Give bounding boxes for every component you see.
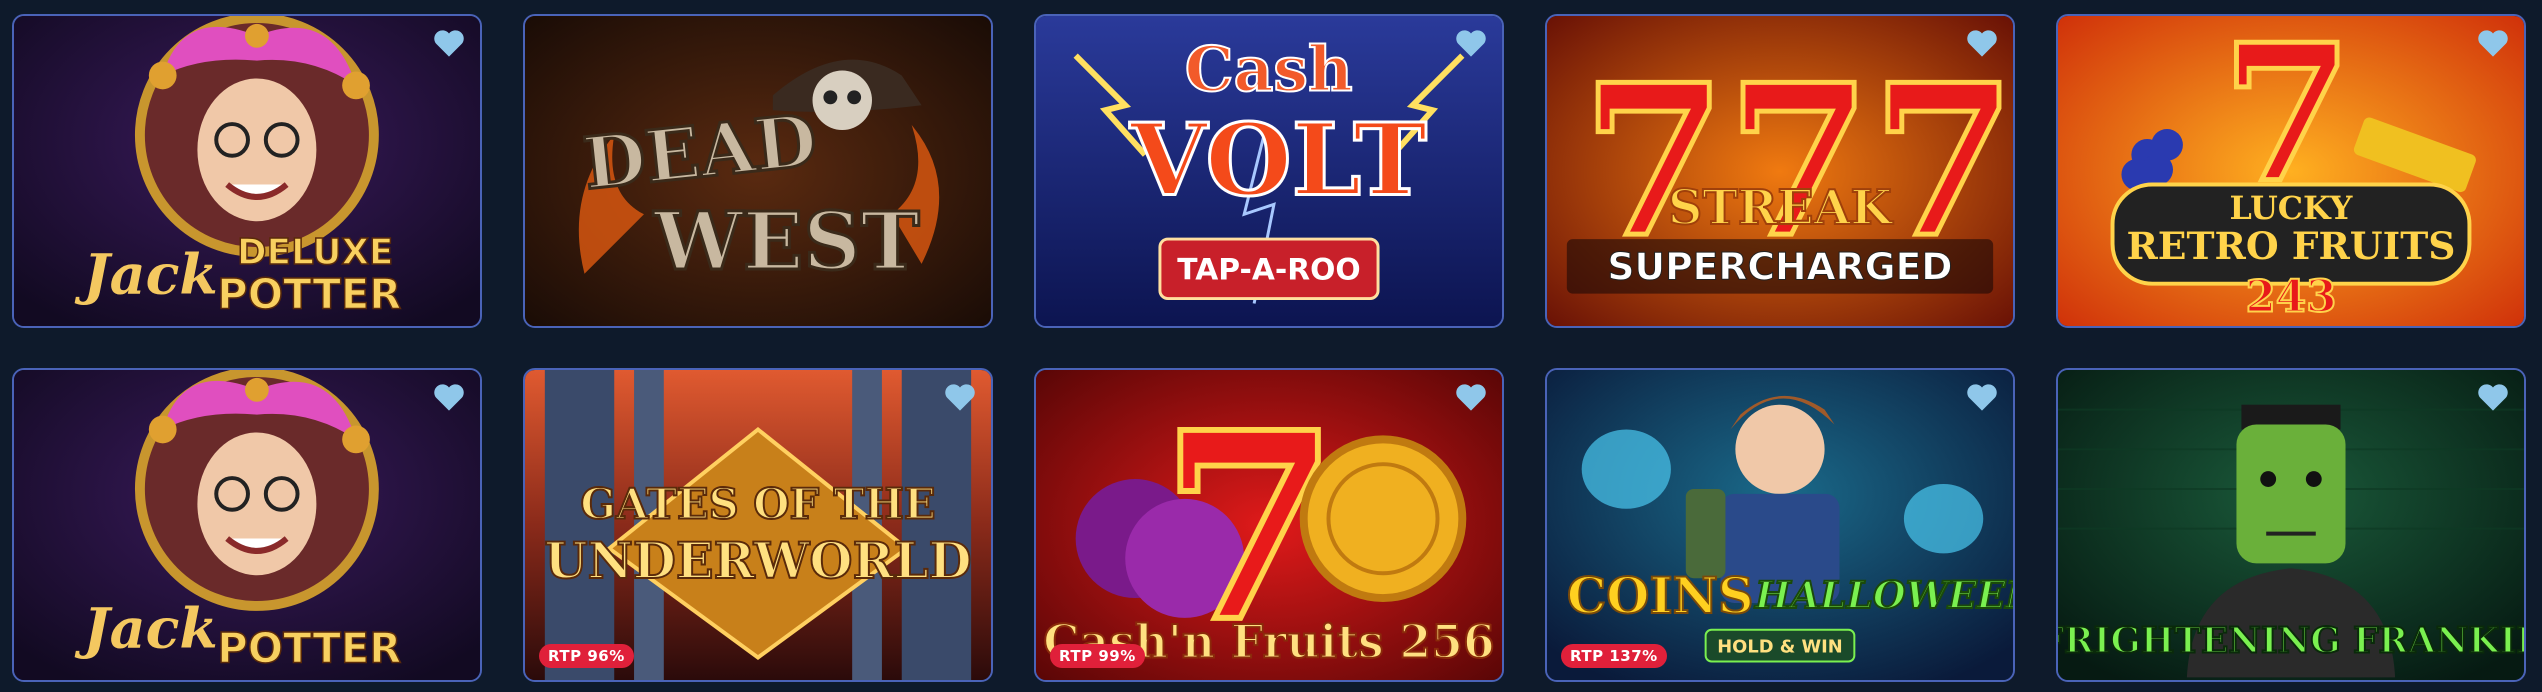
rtp-badge: RTP 137% [1561,644,1667,668]
logo-top: LUCKY [2230,190,2353,227]
game-thumbnail: GATES OF THE UNDERWORLD [525,370,991,680]
game-thumbnail: 7 Cash'n Fruits 256 [1036,370,1502,680]
logo-bottom: FRIGHTENING FRANKIE [2058,620,2524,662]
game-tile-gates-of-the-underworld[interactable]: GATES OF THE UNDERWORLD RTP 96% [523,368,993,682]
rtp-badge: RTP 96% [539,644,634,668]
favorite-heart-icon[interactable] [1965,28,1999,58]
game-tile-frightening-frankie[interactable]: FRIGHTENING FRANKIE [2056,368,2526,682]
game-tile-777-streak[interactable]: 777 STREAK SUPERCHARGED [1545,14,2015,328]
logo-bottom: SUPERCHARGED [1607,245,1952,289]
favorite-heart-icon[interactable] [1965,382,1999,412]
logo-bottom: TAP-A-ROO [1177,253,1360,288]
game-thumbnail: Jack DELUXE POTTER [14,16,480,326]
logo-bottom: UNDERWORLD [544,531,971,590]
favorite-heart-icon[interactable] [2476,28,2510,58]
favorite-heart-icon[interactable] [432,28,466,58]
logo-top: DELUXE [237,232,393,273]
game-thumbnail: 777 STREAK SUPERCHARGED [1547,16,2013,326]
favorite-heart-icon[interactable] [2476,382,2510,412]
logo-top: COINS [1567,566,1754,625]
game-thumbnail: 7 LUCKY RETRO FRUITS 243 [2058,16,2524,326]
game-tile-jack-potter[interactable]: Jack POTTER [12,368,482,682]
game-tile-cash-n-fruits-256[interactable]: 7 Cash'n Fruits 256 RTP 99% [1034,368,1504,682]
logo-bottom: 243 [2245,271,2336,322]
game-tile-dead-west[interactable]: DEAD WEST [523,14,993,328]
logo-bottom: POTTER [217,623,401,672]
logo-mid: RETRO FRUITS [2127,224,2456,268]
logo-script: Jack [74,597,217,662]
logo-bottom: HOLD & WIN [1717,637,1842,658]
game-grid: Jack DELUXE POTTER DEAD WEST Cash VOLT T… [12,14,2526,682]
game-thumbnail: Cash VOLT TAP-A-ROO [1036,16,1502,326]
logo-script: Jack [74,243,217,308]
logo-bottom: WEST [653,195,920,288]
favorite-heart-icon[interactable] [943,382,977,412]
logo-mid: VOLT [1129,102,1427,218]
favorite-heart-icon[interactable] [1454,382,1488,412]
game-thumbnail: DEAD WEST [525,16,991,326]
game-tile-lucky-retro-fruits[interactable]: 7 LUCKY RETRO FRUITS 243 [2056,14,2526,328]
logo-bottom: POTTER [217,269,401,318]
logo-top: GATES OF THE [580,480,935,529]
game-tile-cash-volt[interactable]: Cash VOLT TAP-A-ROO [1034,14,1504,328]
favorite-heart-icon[interactable] [432,382,466,412]
game-tile-coins-halloween[interactable]: COINS HALLOWEEN HOLD & WIN RTP 137% [1545,368,2015,682]
logo-mid: HALLOWEEN [1754,573,2013,617]
game-thumbnail: FRIGHTENING FRANKIE [2058,370,2524,680]
rtp-badge: RTP 99% [1050,644,1145,668]
logo-top: STREAK [1668,180,1893,236]
game-thumbnail: COINS HALLOWEEN HOLD & WIN [1547,370,2013,680]
favorite-heart-icon[interactable] [1454,28,1488,58]
game-tile-jack-potter-deluxe[interactable]: Jack DELUXE POTTER [12,14,482,328]
logo-top: Cash [1185,33,1353,105]
game-thumbnail: Jack POTTER [14,370,480,680]
